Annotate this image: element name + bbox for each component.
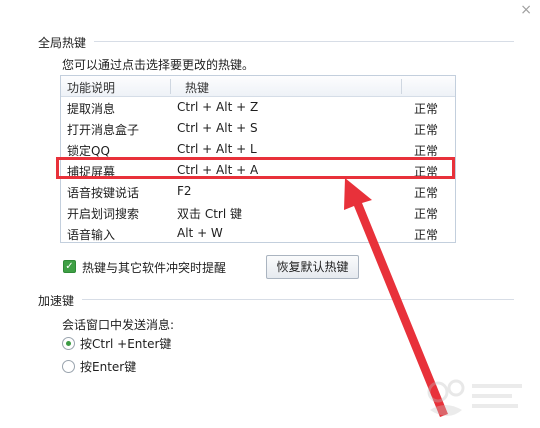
annotation-arrow — [344, 178, 448, 417]
watermark-logo — [427, 379, 522, 416]
